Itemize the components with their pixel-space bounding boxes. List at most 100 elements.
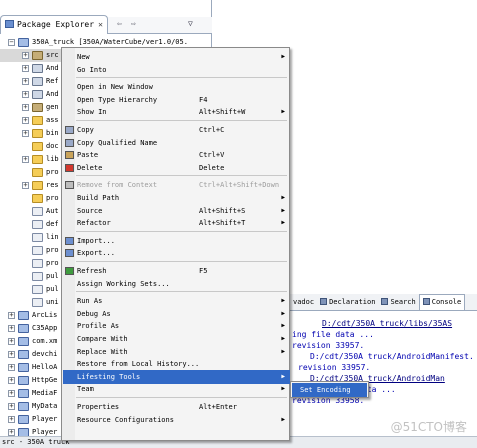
context-menu: New ▶ Go Into Open in New Window Open Type H… bbox=[61, 47, 290, 441]
tab-console[interactable]: Console bbox=[418, 294, 466, 310]
file-icon bbox=[32, 246, 43, 255]
expand-icon[interactable]: + bbox=[22, 78, 29, 85]
menu-separator bbox=[76, 397, 287, 398]
tree-item-label: devchi bbox=[32, 350, 58, 358]
expand-icon[interactable]: + bbox=[22, 156, 29, 163]
menu-item-assign-working-sets[interactable]: Assign Working Sets... bbox=[63, 277, 290, 291]
folder-icon bbox=[32, 116, 43, 125]
tree-item-label: C35App bbox=[32, 324, 58, 332]
folder-icon bbox=[32, 168, 43, 177]
tree-item-label: ArcLis bbox=[32, 311, 58, 319]
expand-icon[interactable]: + bbox=[8, 312, 15, 319]
close-icon[interactable]: ✕ bbox=[98, 20, 103, 29]
tree-item-label: pro bbox=[46, 168, 59, 176]
export-icon bbox=[65, 249, 74, 258]
proj-icon bbox=[18, 376, 29, 385]
tree-item-label: Ref bbox=[46, 77, 59, 85]
tree-item-label: Aut bbox=[46, 207, 59, 215]
expand-icon[interactable]: + bbox=[22, 52, 29, 59]
tree-item-label: HelloA bbox=[32, 363, 58, 371]
menu-item-show-in[interactable]: Show In Alt+Shift+W ▶ bbox=[63, 105, 290, 119]
console-line: revision 33957. bbox=[292, 340, 477, 351]
expand-icon[interactable]: + bbox=[8, 390, 15, 397]
tree-item-label: gen bbox=[46, 103, 59, 111]
expand-icon[interactable]: + bbox=[8, 416, 15, 423]
expand-icon[interactable]: + bbox=[22, 130, 29, 137]
tab-label: Console bbox=[431, 298, 462, 306]
tree-item-label: lib bbox=[46, 155, 59, 163]
console-text: ing file data ... bbox=[292, 330, 374, 339]
tree-item-label: bin bbox=[46, 129, 59, 137]
submenu-arrow-icon: ▶ bbox=[281, 108, 285, 116]
menu-item-label: Show In bbox=[77, 108, 107, 117]
console-text: revision 33957. bbox=[298, 363, 371, 372]
forward-icon[interactable]: ⇨ bbox=[131, 19, 136, 28]
tree-item-label: res bbox=[46, 181, 59, 189]
expand-icon[interactable]: + bbox=[8, 429, 15, 436]
tree-item-label: def bbox=[46, 220, 59, 228]
expand-icon[interactable]: + bbox=[22, 117, 29, 124]
menu-item-export[interactable]: Export... bbox=[63, 246, 290, 260]
tab-search[interactable]: Search bbox=[378, 294, 418, 311]
tab-vadoc[interactable]: vadoc bbox=[290, 294, 317, 311]
menu-item-label: Export... bbox=[77, 249, 115, 258]
console-line: revision 33957. bbox=[292, 362, 477, 373]
tab-label: vadoc bbox=[293, 298, 315, 306]
menu-separator bbox=[76, 175, 287, 177]
tree-item-label: pul bbox=[46, 285, 59, 293]
folder-icon bbox=[32, 181, 43, 190]
set-encoding-menu-item[interactable]: Set Encoding bbox=[292, 383, 367, 397]
folder-icon bbox=[32, 142, 43, 151]
menu-item-shortcut: Delete bbox=[199, 163, 225, 172]
console-icon bbox=[422, 298, 430, 305]
submenu-arrow-icon: ▶ bbox=[281, 385, 285, 393]
console-line: D:/cdt/350A truck/AndroidManifest. bbox=[292, 351, 477, 362]
folder-icon bbox=[32, 194, 43, 203]
expand-icon[interactable]: + bbox=[8, 403, 15, 410]
menu-separator bbox=[76, 230, 287, 232]
import-icon bbox=[65, 236, 74, 245]
tab-declaration[interactable]: Declaration bbox=[317, 294, 378, 311]
menu-item-label: Resource Configurations bbox=[77, 415, 174, 424]
tab-label: Search bbox=[390, 298, 416, 306]
expand-icon[interactable]: + bbox=[8, 377, 15, 384]
menu-item-shortcut: Alt+Shift+T bbox=[199, 219, 246, 228]
menu-item-team[interactable]: Team ▶ bbox=[63, 382, 290, 396]
proj-icon bbox=[18, 402, 29, 411]
menu-item-go-into[interactable]: Go Into bbox=[63, 63, 290, 77]
menu-separator bbox=[76, 261, 287, 262]
proj-icon bbox=[18, 415, 29, 424]
console-text: revision 33957. bbox=[292, 341, 365, 350]
back-icon[interactable]: ⇦ bbox=[117, 19, 122, 28]
menu-item-shortcut: Alt+Shift+W bbox=[199, 108, 246, 117]
lib-icon bbox=[32, 64, 43, 73]
menu-item-refactor[interactable]: Refactor Alt+Shift+T ▶ bbox=[63, 216, 290, 230]
menu-item-resource-configurations[interactable]: Resource Configurations ▶ bbox=[63, 413, 290, 427]
search-icon bbox=[381, 298, 389, 305]
tree-item-label: HttpGe bbox=[32, 376, 58, 384]
expand-icon[interactable]: + bbox=[8, 364, 15, 371]
submenu-arrow-icon: ▶ bbox=[281, 219, 285, 227]
expand-icon[interactable]: + bbox=[8, 338, 15, 345]
file-icon bbox=[32, 298, 43, 307]
console-link[interactable]: D:/cdt/350A truck/libs/35AS bbox=[322, 319, 452, 328]
expand-icon[interactable]: + bbox=[22, 91, 29, 98]
expand-icon[interactable]: + bbox=[22, 182, 29, 189]
collapse-icon[interactable]: − bbox=[8, 39, 15, 46]
menu-item-label: Refactor bbox=[77, 219, 111, 228]
menu-item-label: Delete bbox=[77, 163, 103, 172]
file-icon bbox=[32, 285, 43, 294]
expand-icon[interactable]: + bbox=[22, 65, 29, 72]
pkg-icon bbox=[32, 103, 43, 112]
view-menu-icon[interactable]: ▽ bbox=[188, 19, 193, 28]
menu-item-delete[interactable]: Delete Delete bbox=[63, 161, 290, 175]
expand-icon[interactable]: + bbox=[8, 351, 15, 358]
menu-separator bbox=[76, 120, 287, 121]
expand-icon[interactable]: + bbox=[8, 325, 15, 332]
folder-icon bbox=[32, 129, 43, 138]
expand-icon[interactable]: + bbox=[22, 104, 29, 111]
submenu-arrow-icon: ▶ bbox=[281, 415, 285, 423]
package-explorer-tab[interactable]: Package Explorer ✕ bbox=[0, 15, 108, 34]
refresh-icon bbox=[65, 267, 74, 275]
status-text: src - 350A truck bbox=[2, 438, 70, 446]
